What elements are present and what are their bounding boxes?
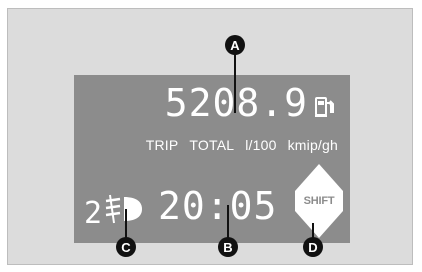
odometer-readout: 5208.9 [164, 81, 308, 125]
callout-a: A [225, 35, 245, 55]
callout-b: B [218, 237, 238, 257]
headlamp-icon [105, 194, 142, 224]
instrument-display: 5208.9 TRIP TOTAL l/100 kmip/gh 2 20:05 [74, 75, 350, 243]
shift-label: SHIFT [303, 195, 335, 207]
callout-d: D [303, 237, 323, 257]
unit-labels: TRIP TOTAL l/100 kmip/gh [74, 137, 338, 153]
leader-line-c [125, 209, 127, 239]
unit-consumption: l/100 [245, 137, 277, 153]
figure-frame: 5208.9 TRIP TOTAL l/100 kmip/gh 2 20:05 [7, 8, 413, 265]
clock-readout: 20:05 [158, 184, 278, 228]
unit-speed: kmip/gh [287, 137, 338, 153]
leader-line-a [234, 53, 236, 113]
callout-c: C [116, 237, 136, 257]
gear-indicator: 2 [84, 196, 103, 231]
unit-trip: TRIP [145, 137, 179, 153]
unit-total: TOTAL [189, 137, 235, 153]
shift-indicator: SHIFT [294, 164, 344, 238]
fuel-pump-icon [315, 97, 334, 117]
leader-line-b [227, 205, 229, 239]
